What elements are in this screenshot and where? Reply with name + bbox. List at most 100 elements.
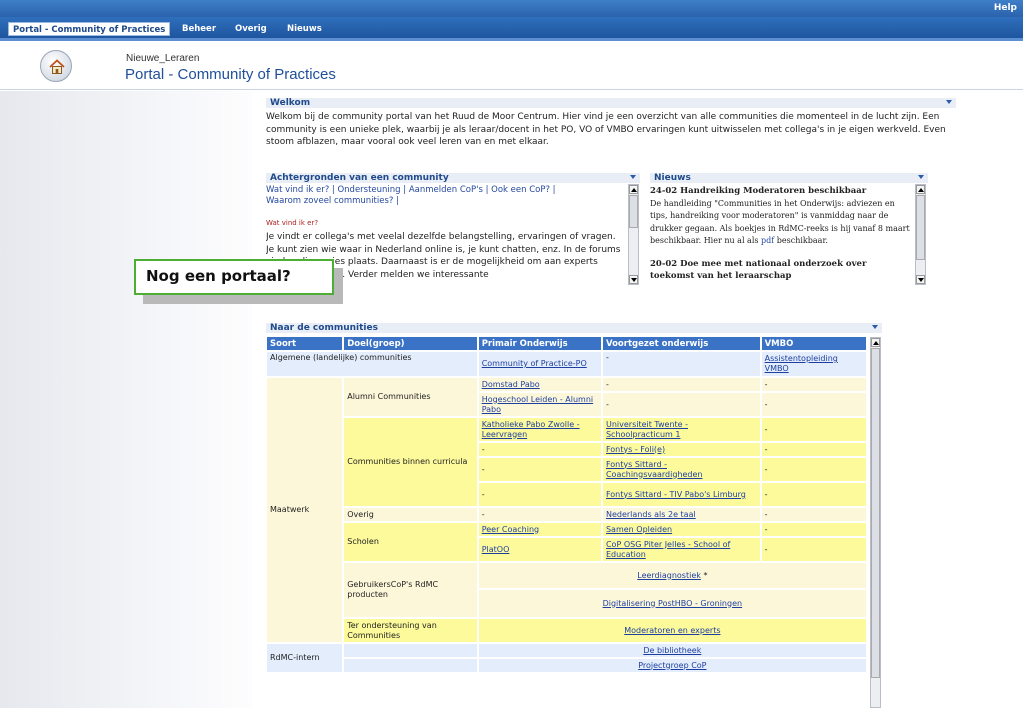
scroll-up-icon[interactable] (629, 185, 638, 194)
table-cell: - (761, 418, 866, 441)
communities-scrollbar[interactable] (870, 337, 881, 708)
table-row: Projectgroep CoP (267, 659, 866, 672)
background-links-2[interactable]: Waarom zoveel communities? | (266, 196, 399, 207)
home-icon (49, 59, 65, 74)
community-link[interactable]: Leerdiagnostiek (637, 571, 701, 580)
table-row: Overig - Nederlands als 2e taal - (267, 508, 866, 521)
column-header: Doel(groep) (344, 337, 477, 350)
table-cell: - (478, 508, 601, 521)
group-label: Scholen (344, 523, 477, 561)
webpart-menu-icon[interactable] (918, 175, 924, 179)
group-label: Alumni Communities (344, 378, 477, 416)
news-title: Nieuws (654, 173, 691, 183)
row-label: Algemene (landelijke) communities (267, 352, 477, 376)
welcome-text: Welkom bij de community portal van het R… (266, 112, 946, 147)
column-header: Primair Onderwijs (478, 337, 601, 350)
table-row: Algemene (landelijke) communities Commun… (267, 352, 866, 376)
table-cell (344, 644, 477, 657)
community-link[interactable]: Moderatoren en experts (624, 626, 720, 635)
webpart-menu-icon[interactable] (872, 325, 878, 329)
tab-overig[interactable]: Overig (235, 22, 267, 36)
table-cell: - (761, 523, 866, 536)
news-item-title[interactable]: 20-02 Doe mee met nationaal onderzoek ov… (650, 258, 912, 283)
pdf-link[interactable]: pdf (761, 236, 774, 245)
background-webpart-title: Achtergronden van een community (266, 172, 640, 183)
scroll-thumb[interactable] (916, 195, 925, 260)
table-cell: - (478, 458, 601, 481)
table-row: Communities binnen curricula Katholieke … (267, 418, 866, 506)
top-bar: Help (0, 0, 1023, 17)
section-label: Wat vind ik er? (266, 219, 319, 227)
news-webpart-title: Nieuws (650, 172, 928, 183)
page-title: Portal - Community of Practices (125, 66, 336, 83)
table-cell: - (478, 443, 601, 456)
community-link[interactable]: Domstad Pabo (482, 380, 540, 389)
community-link[interactable]: Katholieke Pabo Zwolle - Leervragen (482, 420, 580, 439)
table-cell (344, 659, 477, 672)
scroll-down-icon[interactable] (916, 275, 925, 284)
scroll-thumb[interactable] (871, 348, 880, 678)
scroll-thumb[interactable] (629, 195, 638, 228)
scroll-down-icon[interactable] (629, 275, 638, 284)
community-link[interactable]: Hogeschool Leiden - Alumni Pabo (482, 395, 593, 414)
background-title: Achtergronden van een community (270, 173, 449, 183)
community-link[interactable]: Samen Opleiden (606, 525, 672, 534)
tab-beheer[interactable]: Beheer (182, 22, 216, 36)
main-navigation: Portal - Community of Practices Beheer O… (0, 17, 1023, 41)
table-row: Maatwerk Alumni Communities Domstad Pabo… (267, 378, 866, 642)
community-link[interactable]: CoP OSG Piter Jelles - School of Educati… (606, 540, 730, 559)
community-link[interactable]: Projectgroep CoP (638, 661, 706, 670)
communities-table-container: Soort Doel(groep) Primair Onderwijs Voor… (267, 337, 868, 708)
tab-portal[interactable]: Portal - Community of Practices (8, 22, 171, 36)
webpart-menu-icon[interactable] (946, 100, 952, 104)
group-label: GebruikersCoP's RdMC producten (344, 563, 477, 617)
scroll-up-icon[interactable] (871, 338, 880, 347)
table-row: Ter ondersteuning van Communities Modera… (267, 619, 866, 642)
webpart-menu-icon[interactable] (630, 175, 636, 179)
news-scrollbar[interactable] (915, 184, 926, 285)
home-button[interactable] (40, 50, 72, 82)
table-cell: - (602, 352, 760, 376)
table-cell: - (602, 393, 760, 416)
table-cell: - (602, 378, 760, 391)
community-link[interactable]: Peer Coaching (482, 525, 539, 534)
row-label: Maatwerk (267, 378, 343, 642)
row-label: RdMC-intern (267, 644, 343, 672)
community-link[interactable]: Fontys Sittard - Coachingsvaardigheden (606, 460, 703, 479)
table-cell: - (761, 378, 866, 391)
community-link[interactable]: Fontys Sittard - TIV Pabo's Limburg (606, 490, 746, 499)
table-cell: - (761, 538, 866, 561)
group-label: Ter ondersteuning van Communities (344, 619, 477, 642)
help-link[interactable]: Help (994, 3, 1017, 13)
tab-nieuws[interactable]: Nieuws (287, 22, 322, 36)
community-link[interactable]: PlatOO (482, 545, 510, 554)
scroll-up-icon[interactable] (916, 185, 925, 194)
table-cell: - (761, 458, 866, 481)
community-link[interactable]: Universiteit Twente - Schoolpracticum 1 (606, 420, 688, 439)
column-header: VMBO (761, 337, 866, 350)
left-sidebar (0, 91, 252, 708)
welcome-title: Welkom (270, 98, 311, 108)
group-label: Overig (344, 508, 477, 521)
welcome-webpart-title: Welkom (266, 97, 956, 108)
table-cell: - (761, 443, 866, 456)
table-header-row: Soort Doel(groep) Primair Onderwijs Voor… (267, 337, 866, 350)
background-links[interactable]: Wat vind ik er? | Ondersteuning | Aanmel… (266, 185, 556, 196)
table-cell: - (761, 508, 866, 521)
community-link[interactable]: Fontys - Foli(e) (606, 445, 665, 454)
site-subtitle: Nieuwe_Leraren (126, 53, 200, 64)
table-row: RdMC-intern De bibliotheek (267, 644, 866, 672)
table-cell: - (478, 483, 601, 506)
community-link[interactable]: De bibliotheek (643, 646, 701, 655)
community-link[interactable]: Assistentopleiding VMBO (765, 354, 838, 373)
community-link[interactable]: Digitalisering PostHBO - Groningen (603, 599, 742, 608)
group-label: Communities binnen curricula (344, 418, 477, 506)
column-header: Soort (267, 337, 343, 350)
footnote-star: * (703, 570, 708, 580)
community-link[interactable]: Nederlands als 2e taal (606, 510, 696, 519)
column-header: Voortgezet onderwijs (602, 337, 760, 350)
community-link[interactable]: Community of Practice-PO (482, 359, 587, 368)
news-item-title[interactable]: 24-02 Handreiking Moderatoren beschikbaa… (650, 185, 912, 198)
background-scrollbar[interactable] (628, 184, 639, 285)
communities-webpart-title: Naar de communities (266, 322, 882, 333)
